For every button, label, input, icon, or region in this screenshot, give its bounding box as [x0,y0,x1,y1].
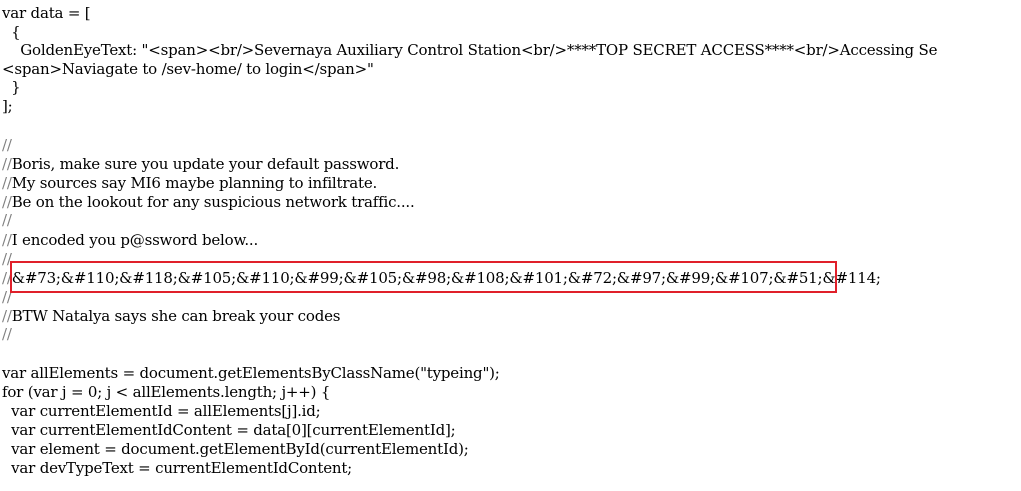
comment-line: //Be on the lookout for any suspicious n… [2,193,415,212]
code-text: var currentElementIdContent = data[0][cu… [2,421,456,439]
comment-marker: // [2,155,12,173]
code-text: { [2,23,21,41]
comment-text: I encoded you p@ssword below... [11,231,259,249]
comment-line: // [2,325,12,344]
comment-line: //Boris, make sure you update your defau… [2,155,399,174]
code-line: var currentElementIdContent = data[0][cu… [2,421,456,440]
code-text: var allElements = document.getElementsBy… [2,364,500,382]
comment-line: //My sources say MI6 maybe planning to i… [2,174,377,193]
code-text: } [2,78,21,96]
comment-text: BTW Natalya says she can break your code… [11,307,341,325]
code-text: var data = [ [2,4,91,22]
comment-marker: // [2,136,12,154]
comment-line: //I encoded you p@ssword below... [2,231,258,250]
code-text: var element = document.getElementById(cu… [2,440,469,458]
comment-marker: // [2,211,12,229]
code-text: <span>Naviagate to /sev-home/ to login</… [2,60,374,78]
comment-marker: // [2,307,12,325]
code-line: var currentElementId = allElements[j].id… [2,402,321,421]
code-text: var currentElementId = allElements[j].id… [2,402,321,420]
comment-line: // [2,211,12,230]
comment-marker: // [2,325,12,343]
comment-marker: // [2,193,12,211]
code-text: ]; [2,97,13,115]
comment-marker: // [2,174,12,192]
code-line: var allElements = document.getElementsBy… [2,364,500,383]
highlight-box [10,261,837,293]
comment-text: Boris, make sure you update your default… [11,155,400,173]
comment-line: // [2,136,12,155]
comment-marker: // [2,231,12,249]
code-line: for (var j = 0; j < allElements.length; … [2,383,330,402]
comment-line: //BTW Natalya says she can break your co… [2,307,340,326]
code-text: for (var j = 0; j < allElements.length; … [2,383,331,401]
code-line: ]; [2,97,13,116]
code-line: GoldenEyeText: "<span><br/>Severnaya Aux… [2,41,937,60]
comment-text: My sources say MI6 maybe planning to inf… [11,174,378,192]
code-text: GoldenEyeText: "<span><br/>Severnaya Aux… [2,41,938,59]
source-code-view: var data = [ { GoldenEyeText: "<span><br… [0,0,1021,491]
code-line: var element = document.getElementById(cu… [2,440,469,459]
code-line: } [2,78,21,97]
code-line: var data = [ [2,4,91,23]
code-text: var devTypeText = currentElementIdConten… [2,459,353,477]
code-line: var devTypeText = currentElementIdConten… [2,459,352,478]
code-line: { [2,23,21,42]
comment-text: Be on the lookout for any suspicious net… [11,193,415,211]
code-line: <span>Naviagate to /sev-home/ to login</… [2,60,374,79]
